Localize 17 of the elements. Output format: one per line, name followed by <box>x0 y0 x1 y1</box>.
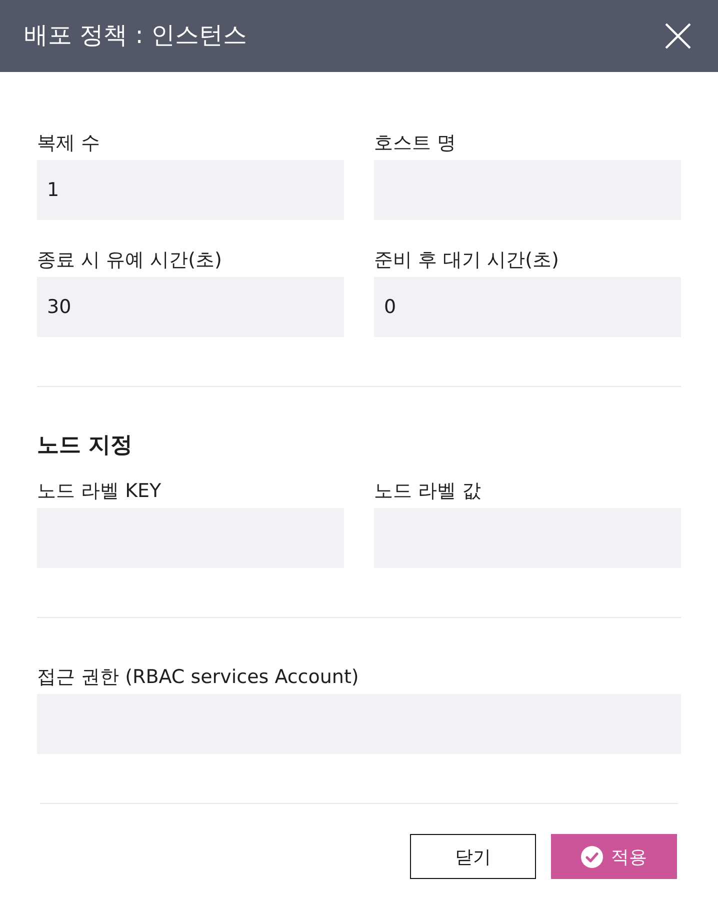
dialog-title: 배포 정책 : 인스턴스 <box>24 20 247 50</box>
close-button[interactable]: 닫기 <box>410 834 536 879</box>
dialog-close-button[interactable] <box>665 23 691 49</box>
field-label: 노드 라벨 KEY <box>37 479 162 503</box>
field-label: 복제 수 <box>37 131 102 155</box>
field-label: 접근 권한 (RBAC services Account) <box>37 665 360 689</box>
field-label: 호스트 명 <box>374 131 458 155</box>
text-input-field[interactable]: 1 <box>37 160 344 220</box>
check-circle-icon <box>581 846 603 868</box>
close-icon <box>665 23 691 49</box>
text-input-field[interactable]: 0 <box>374 277 681 337</box>
text-input-field[interactable]: 30 <box>37 277 344 337</box>
apply-button[interactable]: 적용 <box>551 834 677 879</box>
field-label: 준비 후 대기 시간(초) <box>374 248 560 272</box>
field-label: 종료 시 유예 시간(초) <box>37 248 223 272</box>
field-label: 노드 라벨 값 <box>374 479 482 503</box>
section-heading: 노드 지정 <box>37 432 134 460</box>
